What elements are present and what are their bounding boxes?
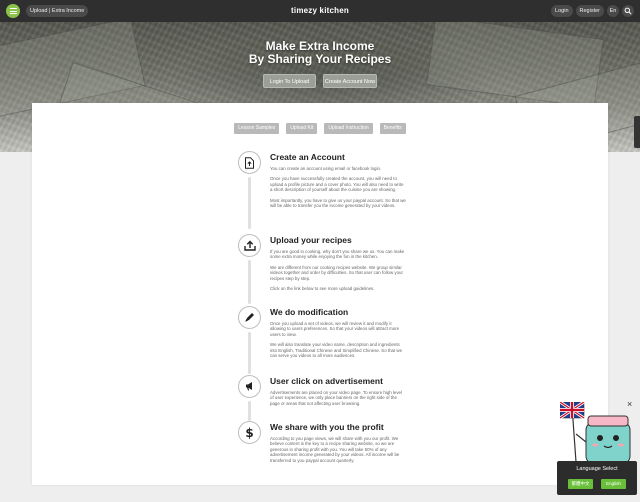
login-to-upload-button[interactable]: Login To Upload: [263, 74, 316, 88]
step-create-account: Create an Account You can create an acco…: [238, 151, 408, 233]
step-title: Upload your recipes: [270, 235, 352, 245]
site-brand: timezy kitchen: [291, 6, 349, 15]
side-feedback-tab[interactable]: [634, 116, 640, 148]
step-paragraph: If you are good in cooking, why don't yo…: [270, 249, 405, 260]
hero-title-line-2: By Sharing Your Recipes: [248, 52, 392, 66]
step-description: Once you upload a set of videos, we will…: [270, 321, 406, 363]
register-button[interactable]: Register: [575, 5, 604, 17]
hero-title: Make Extra Income By Sharing Your Recipe…: [0, 40, 640, 66]
timeline-rail: [248, 177, 251, 229]
step-paragraph: According to you page views, we will sha…: [270, 436, 400, 463]
upload-file-icon: [238, 151, 261, 174]
step-title: Create an Account: [270, 152, 345, 162]
timeline-rail: [248, 401, 251, 421]
language-option-english[interactable]: English: [601, 479, 626, 489]
login-button[interactable]: Login: [551, 5, 573, 17]
step-title: User click on advertisement: [270, 376, 383, 386]
tab-lesson-samples[interactable]: Lesson Samples: [234, 123, 280, 134]
menu-icon[interactable]: [6, 4, 20, 18]
step-paragraph: Advertisements are placed on your video …: [270, 390, 402, 406]
search-icon[interactable]: [622, 5, 634, 17]
language-select-panel: Language Select 繁體中文 English: [557, 461, 637, 495]
step-paragraph: Most importantly, you have to give us yo…: [270, 197, 406, 209]
top-nav-bar: Upload | Extra Income timezy kitchen Log…: [0, 0, 640, 22]
step-title: We share with you the profit: [270, 422, 384, 432]
step-description: If you are good in cooking, why don't yo…: [270, 249, 406, 296]
step-paragraph: Once you upload a set of videos, we will…: [270, 321, 400, 337]
step-upload-recipes: Upload your recipes If you are good in c…: [238, 234, 408, 306]
step-paragraph: Click on the link below to see more uplo…: [270, 286, 375, 292]
step-description: Advertisements are placed on your video …: [270, 390, 406, 411]
step-paragraph: We will also translate your video name, …: [270, 342, 403, 359]
timeline-rail: [248, 260, 251, 304]
timeline-rail: [248, 332, 251, 374]
step-paragraph: Once you have successfully created the a…: [270, 176, 404, 193]
megaphone-icon: [238, 375, 261, 398]
step-advertisement: User click on advertisement Advertisemen…: [238, 375, 408, 423]
mascot-with-flag-illustration: [560, 402, 631, 464]
main-content-card: Lesson Samples Upload Kit Upload Instruc…: [32, 103, 608, 485]
step-description: You can create an account using email or…: [270, 166, 406, 213]
tab-upload-instruction[interactable]: Upload Instruction: [324, 123, 373, 134]
step-modification: We do modification Once you upload a set…: [238, 306, 408, 376]
language-select-title: Language Select: [576, 466, 618, 472]
create-account-button[interactable]: Create Account Now: [323, 74, 377, 88]
pencil-icon: [238, 306, 261, 329]
language-button[interactable]: En: [607, 5, 619, 17]
step-paragraph: You can create an account using email or…: [270, 166, 382, 171]
breadcrumb-button[interactable]: Upload | Extra Income: [26, 5, 89, 17]
dollar-glyph: $: [245, 425, 254, 440]
step-profit-share: $ We share with you the profit According…: [238, 421, 408, 481]
uk-flag-icon: [560, 402, 585, 420]
tab-upload-kit[interactable]: Upload Kit: [286, 123, 318, 134]
hero-buttons: Login To Upload Create Account Now: [0, 74, 640, 88]
dollar-icon: $: [238, 421, 261, 444]
section-tabs: Lesson Samples Upload Kit Upload Instruc…: [32, 123, 608, 134]
language-option-traditional-chinese[interactable]: 繁體中文: [568, 479, 593, 489]
nav-actions: Login Register En: [551, 5, 634, 17]
step-paragraph: We are different from our cooking recipe…: [270, 264, 403, 281]
step-description: According to you page views, we will sha…: [270, 436, 406, 468]
upload-icon: [238, 234, 261, 257]
step-title: We do modification: [270, 307, 349, 317]
tab-benefits[interactable]: Benefits: [379, 123, 406, 134]
